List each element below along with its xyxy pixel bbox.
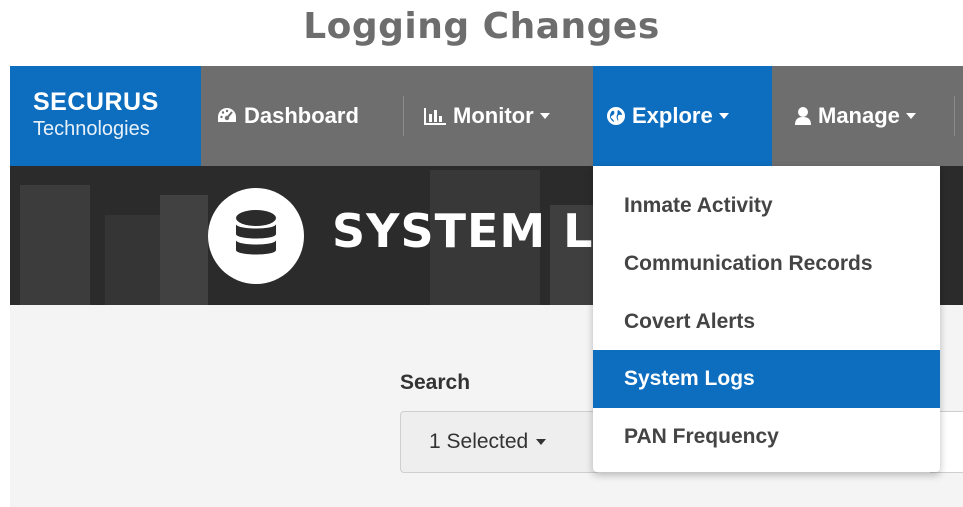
app-frame: SECURUS Technologies Dashboard Monitor E… — [10, 66, 963, 507]
menu-item-pan-frequency[interactable]: PAN Frequency — [593, 408, 940, 466]
nav-manage[interactable]: Manage — [794, 66, 916, 166]
chevron-down-icon — [718, 113, 729, 119]
globe-icon — [606, 106, 626, 126]
menu-item-label: Communication Records — [624, 252, 873, 275]
chevron-down-icon — [905, 113, 916, 119]
menu-item-communication-records[interactable]: Communication Records — [593, 235, 940, 293]
menu-item-label: Covert Alerts — [624, 310, 756, 333]
nav-dashboard-label: Dashboard — [244, 103, 359, 128]
explore-dropdown-menu: Inmate Activity Communication Records Co… — [593, 166, 940, 472]
database-icon — [208, 188, 304, 284]
securus-logo[interactable]: SECURUS Technologies — [10, 66, 201, 166]
nav-divider — [403, 96, 404, 136]
multiselect-value: 1 Selected — [429, 430, 529, 453]
search-multiselect[interactable]: 1 Selected — [400, 411, 600, 473]
nav-divider — [954, 96, 955, 136]
menu-item-covert-alerts[interactable]: Covert Alerts — [593, 293, 940, 351]
user-icon — [794, 106, 812, 126]
chevron-down-icon — [539, 113, 550, 119]
chevron-down-icon — [536, 439, 547, 445]
nav-explore[interactable]: Explore — [593, 66, 772, 166]
nav-monitor[interactable]: Monitor — [423, 66, 550, 166]
nav-monitor-label: Monitor — [453, 103, 534, 128]
top-navbar: SECURUS Technologies Dashboard Monitor E… — [10, 66, 963, 166]
logo-subtitle: Technologies — [33, 118, 150, 140]
nav-dashboard[interactable]: Dashboard — [216, 66, 359, 166]
menu-item-label: PAN Frequency — [624, 425, 779, 448]
search-label: Search — [400, 371, 471, 394]
banner-building — [20, 185, 90, 305]
banner-building — [160, 195, 208, 305]
menu-item-system-logs[interactable]: System Logs — [593, 350, 940, 408]
dashboard-gauge-icon — [216, 106, 238, 126]
nav-manage-label: Manage — [818, 103, 900, 128]
logo-brand: SECURUS — [33, 88, 159, 116]
menu-item-label: System Logs — [624, 367, 755, 390]
menu-item-inmate-activity[interactable]: Inmate Activity — [593, 177, 940, 235]
banner-building — [105, 215, 165, 305]
menu-item-label: Inmate Activity — [624, 194, 773, 217]
slide-title: Logging Changes — [303, 6, 660, 47]
bar-chart-icon — [423, 106, 447, 126]
nav-explore-label: Explore — [632, 103, 713, 128]
